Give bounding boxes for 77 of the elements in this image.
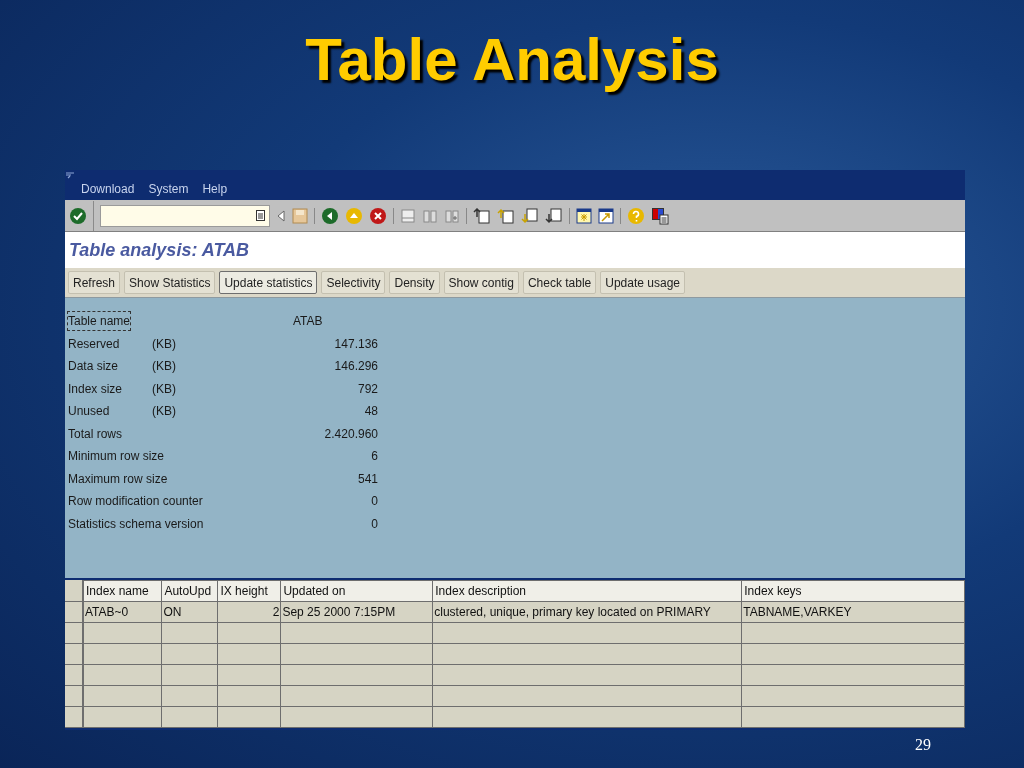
print-icon[interactable] xyxy=(400,207,416,224)
column-header[interactable]: AutoUpd xyxy=(161,580,218,602)
check-icon[interactable] xyxy=(69,206,87,225)
toolbar-button[interactable]: Show Statistics xyxy=(124,271,216,294)
field-value: 6 xyxy=(370,448,378,466)
field-value: 48 xyxy=(363,403,378,421)
field-value: ATAB xyxy=(292,313,324,331)
unit-label: (KB) xyxy=(151,380,177,398)
binoculars-plus-icon[interactable] xyxy=(444,207,460,224)
menu-icon[interactable] xyxy=(65,171,75,180)
first-page-icon[interactable] xyxy=(473,207,491,224)
last-page-icon[interactable] xyxy=(545,207,563,224)
row-selector[interactable] xyxy=(65,601,83,623)
column-header[interactable]: Index description xyxy=(432,580,742,602)
field-label: Unused xyxy=(68,403,110,421)
column-header[interactable]: Updated on xyxy=(280,580,433,602)
column-header[interactable]: Index name xyxy=(82,580,162,602)
column-header[interactable]: Index keys xyxy=(741,580,965,602)
field-value: 146.296 xyxy=(333,358,378,376)
new-window-icon[interactable] xyxy=(576,207,592,224)
table-cell: TABNAME,VARKEY xyxy=(741,601,965,623)
table-cell: ON xyxy=(161,601,218,623)
toolbar-button[interactable]: Density xyxy=(389,271,440,294)
screen-title: Table analysis: ATAB xyxy=(69,238,250,262)
field-label: Maximum row size xyxy=(68,470,168,488)
field-label: Statistics schema version xyxy=(68,515,204,533)
field-label: Table name xyxy=(68,312,131,331)
binoculars-icon[interactable] xyxy=(422,207,438,224)
field-label: Minimum row size xyxy=(68,448,164,466)
up-icon[interactable] xyxy=(345,206,363,225)
monitor-icon[interactable] xyxy=(651,206,669,225)
toolbar-button[interactable]: Refresh xyxy=(68,271,121,294)
page-number: 29 xyxy=(915,735,931,755)
save-icon[interactable] xyxy=(292,207,308,224)
row-selector[interactable] xyxy=(65,706,83,728)
table-cell: clustered, unique, primary key located on PRIMARY xyxy=(432,601,742,623)
toolbar-button[interactable]: Show contig xyxy=(443,271,519,294)
field-value: 2.420.960 xyxy=(323,425,378,443)
table-cell: Sep 25 2000 7:15PM xyxy=(280,601,433,623)
triangle-left-icon[interactable] xyxy=(276,209,286,222)
field-value: 541 xyxy=(356,470,378,488)
next-page-icon[interactable] xyxy=(521,207,539,224)
field-label: Index size xyxy=(68,380,123,398)
slide-title: Table Analysis xyxy=(305,30,719,90)
back-icon[interactable] xyxy=(321,206,339,225)
field-label: Total rows xyxy=(68,425,123,443)
menu-item[interactable]: Download xyxy=(81,180,135,198)
row-selector[interactable] xyxy=(65,664,83,686)
row-selector[interactable] xyxy=(65,580,83,602)
unit-label: (KB) xyxy=(151,358,177,376)
help-icon[interactable] xyxy=(627,206,645,225)
row-selector[interactable] xyxy=(65,622,83,644)
table-cell: 2 xyxy=(217,601,281,623)
field-value: 792 xyxy=(356,380,378,398)
field-value: 0 xyxy=(370,515,378,533)
previous-page-icon[interactable] xyxy=(497,207,515,224)
menu-item[interactable]: Help xyxy=(202,180,228,198)
field-value: 147.136 xyxy=(333,335,378,353)
field-label: Reserved xyxy=(68,335,120,353)
field-label: Row modification counter xyxy=(68,493,203,511)
menu-item[interactable]: System xyxy=(148,180,189,198)
toolbar-button[interactable]: Check table xyxy=(522,271,597,294)
shortcut-icon[interactable] xyxy=(598,207,614,224)
field-label: Data size xyxy=(68,358,119,376)
command-field[interactable] xyxy=(100,204,270,227)
unit-label: (KB) xyxy=(151,335,177,353)
toolbar-button[interactable]: Update statistics xyxy=(219,271,318,294)
cancel-icon[interactable] xyxy=(369,206,387,225)
toolbar-button[interactable]: Update usage xyxy=(600,271,685,294)
row-selector[interactable] xyxy=(65,685,83,707)
row-selector[interactable] xyxy=(65,643,83,665)
document-icon[interactable] xyxy=(256,210,265,221)
toolbar-button[interactable]: Selectivity xyxy=(321,271,386,294)
table-cell: ATAB~0 xyxy=(82,601,162,623)
field-value: 0 xyxy=(370,493,378,511)
unit-label: (KB) xyxy=(151,403,177,421)
column-header[interactable]: IX height xyxy=(217,580,281,602)
